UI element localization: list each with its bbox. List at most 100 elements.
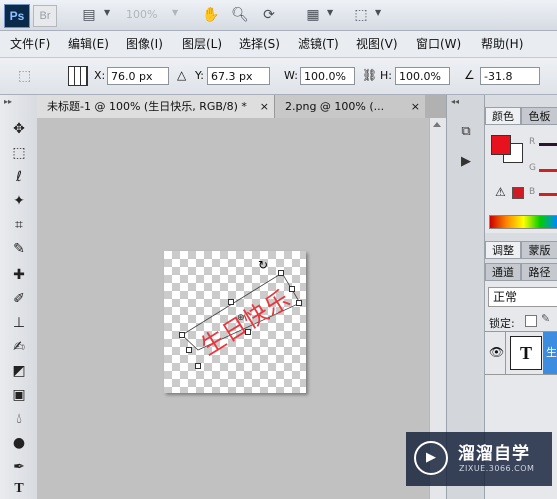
hand-icon[interactable]: ✋ bbox=[202, 6, 220, 24]
link-icon[interactable]: ⛓ bbox=[362, 66, 377, 84]
height-input[interactable]: 100.0% bbox=[395, 67, 450, 85]
width-input[interactable]: 100.0% bbox=[300, 67, 355, 85]
menu-image[interactable]: 图像(I) bbox=[126, 31, 163, 57]
layer-row[interactable]: 👁︎ T 生 bbox=[485, 331, 557, 375]
channel-r-label: R bbox=[529, 137, 536, 147]
film-icon[interactable]: ▤ bbox=[80, 6, 98, 24]
reference-point-icon[interactable] bbox=[68, 66, 88, 86]
play-logo-icon: ▶ bbox=[414, 441, 448, 475]
screen-mode-icon[interactable]: ⬚ bbox=[352, 6, 370, 24]
pivot-point-icon[interactable]: ⊕ bbox=[237, 314, 245, 323]
transform-handle[interactable] bbox=[289, 286, 295, 292]
tab-color[interactable]: 颜色 bbox=[485, 107, 521, 125]
y-position-input[interactable]: 67.3 px bbox=[207, 67, 270, 85]
transform-handle[interactable] bbox=[228, 299, 234, 305]
collapse-icon[interactable]: ▸▸ bbox=[4, 97, 12, 106]
layer-name[interactable]: 生 bbox=[543, 332, 557, 374]
color-panel: R G B ⚠ bbox=[485, 125, 557, 233]
tab-channels[interactable]: 通道 bbox=[485, 263, 521, 281]
tab-masks[interactable]: 蒙版 bbox=[521, 241, 557, 259]
chevron-down-icon[interactable]: ▼ bbox=[327, 9, 335, 17]
eraser-tool-icon[interactable]: ◩ bbox=[8, 361, 30, 381]
close-icon[interactable]: × bbox=[411, 95, 420, 118]
tab-label: 未标题-1 @ 100% (生日快乐, RGB/8) * bbox=[47, 100, 247, 113]
eyedropper-tool-icon[interactable]: ✎ bbox=[8, 239, 30, 259]
arrange-documents-icon[interactable]: ▦ bbox=[304, 6, 322, 24]
menu-edit[interactable]: 编辑(E) bbox=[68, 31, 109, 57]
tab-document-1[interactable]: 未标题-1 @ 100% (生日快乐, RGB/8) * × bbox=[37, 95, 275, 118]
menu-help[interactable]: 帮助(H) bbox=[481, 31, 523, 57]
transform-handle[interactable] bbox=[245, 329, 251, 335]
transform-handle[interactable] bbox=[195, 363, 201, 369]
tab-adjustments[interactable]: 调整 bbox=[485, 241, 521, 259]
w-label: W: bbox=[284, 69, 298, 82]
foreground-color-swatch[interactable] bbox=[491, 135, 511, 155]
chevron-down-icon[interactable]: ▼ bbox=[172, 9, 180, 17]
dodge-tool-icon[interactable]: ● bbox=[8, 433, 30, 453]
scroll-up-icon[interactable] bbox=[433, 122, 441, 127]
magic-wand-tool-icon[interactable]: ✦ bbox=[8, 191, 30, 211]
zoom-icon[interactable]: 🔍︎ bbox=[231, 6, 249, 24]
watermark-url: ZIXUE.3066.COM bbox=[459, 464, 535, 473]
move-tool-icon[interactable]: ✥ bbox=[8, 119, 30, 139]
history-brush-tool-icon[interactable]: ✍ bbox=[8, 337, 30, 357]
menu-view[interactable]: 视图(V) bbox=[356, 31, 398, 57]
rotate-cursor-icon: ↻ bbox=[258, 258, 269, 272]
crop-tool-icon[interactable]: ⌗ bbox=[8, 215, 30, 235]
gamut-color-swatch[interactable] bbox=[512, 187, 524, 199]
close-icon[interactable]: × bbox=[260, 95, 269, 118]
blue-slider[interactable] bbox=[539, 193, 557, 196]
transform-handle[interactable] bbox=[278, 270, 284, 276]
x-label: X: bbox=[94, 69, 106, 82]
menu-filter[interactable]: 滤镜(T) bbox=[298, 31, 339, 57]
photoshop-logo: Ps bbox=[4, 4, 30, 28]
h-label: H: bbox=[380, 69, 392, 82]
blur-tool-icon[interactable]: 💧︎ bbox=[8, 409, 30, 429]
menu-select[interactable]: 选择(S) bbox=[239, 31, 280, 57]
zoom-level[interactable]: 100% bbox=[126, 7, 178, 23]
tab-swatches[interactable]: 色板 bbox=[521, 107, 557, 125]
eye-icon[interactable]: 👁︎ bbox=[489, 345, 504, 359]
marquee-tool-icon[interactable]: ⬚ bbox=[8, 143, 30, 163]
color-spectrum[interactable] bbox=[489, 215, 557, 229]
lock-brush-icon[interactable]: ✎ bbox=[541, 312, 550, 325]
type-tool-icon[interactable]: T bbox=[8, 479, 30, 499]
transform-handle[interactable] bbox=[296, 300, 302, 306]
chevron-down-icon[interactable]: ▼ bbox=[375, 9, 383, 17]
document-canvas[interactable]: 生日快乐 ⊕ ↻ bbox=[164, 251, 306, 393]
red-slider[interactable] bbox=[539, 143, 557, 146]
collapse-icon[interactable]: ◂◂ bbox=[451, 97, 459, 106]
brush-tool-icon[interactable]: ✐ bbox=[8, 289, 30, 309]
transform-tool-icon[interactable]: ⬚ bbox=[18, 67, 40, 85]
gradient-tool-icon[interactable]: ▣ bbox=[8, 385, 30, 405]
watermark: ▶ 溜溜自学 ZIXUE.3066.COM bbox=[406, 432, 552, 486]
actions-icon[interactable]: ▶ bbox=[456, 153, 476, 171]
rotate-view-icon[interactable]: ⟳ bbox=[260, 6, 278, 24]
chevron-down-icon[interactable]: ▼ bbox=[104, 9, 112, 17]
y-label: Y: bbox=[195, 69, 204, 82]
green-slider[interactable] bbox=[539, 169, 557, 172]
tab-document-2[interactable]: 2.png @ 100% (... × bbox=[275, 95, 425, 118]
stamp-tool-icon[interactable]: ⊥ bbox=[8, 313, 30, 333]
layer-thumbnail[interactable]: T bbox=[510, 336, 542, 370]
bridge-button[interactable]: Br bbox=[33, 5, 57, 27]
x-position-input[interactable]: 76.0 px bbox=[107, 67, 169, 85]
lasso-tool-icon[interactable]: ℓ bbox=[8, 167, 30, 187]
menu-file[interactable]: 文件(F) bbox=[10, 31, 50, 57]
angle-input[interactable]: -31.8 bbox=[480, 67, 540, 85]
menu-layer[interactable]: 图层(L) bbox=[182, 31, 222, 57]
blend-mode-select[interactable]: 正常 bbox=[488, 287, 557, 307]
lock-label: 锁定: bbox=[489, 317, 515, 330]
transform-handle[interactable] bbox=[186, 347, 192, 353]
menu-window[interactable]: 窗口(W) bbox=[416, 31, 461, 57]
channel-g-label: G bbox=[529, 163, 536, 173]
pen-tool-icon[interactable]: ✒ bbox=[8, 457, 30, 477]
delta-icon: △ bbox=[177, 68, 187, 82]
tab-label: 2.png @ 100% (... bbox=[285, 100, 385, 113]
tab-paths[interactable]: 路径 bbox=[521, 263, 557, 281]
transform-handle[interactable] bbox=[179, 332, 185, 338]
healing-brush-tool-icon[interactable]: ✚ bbox=[8, 265, 30, 285]
lock-transparent-icon[interactable] bbox=[525, 315, 537, 327]
history-icon[interactable]: ⧉ bbox=[456, 123, 476, 141]
warning-icon[interactable]: ⚠ bbox=[495, 185, 506, 199]
